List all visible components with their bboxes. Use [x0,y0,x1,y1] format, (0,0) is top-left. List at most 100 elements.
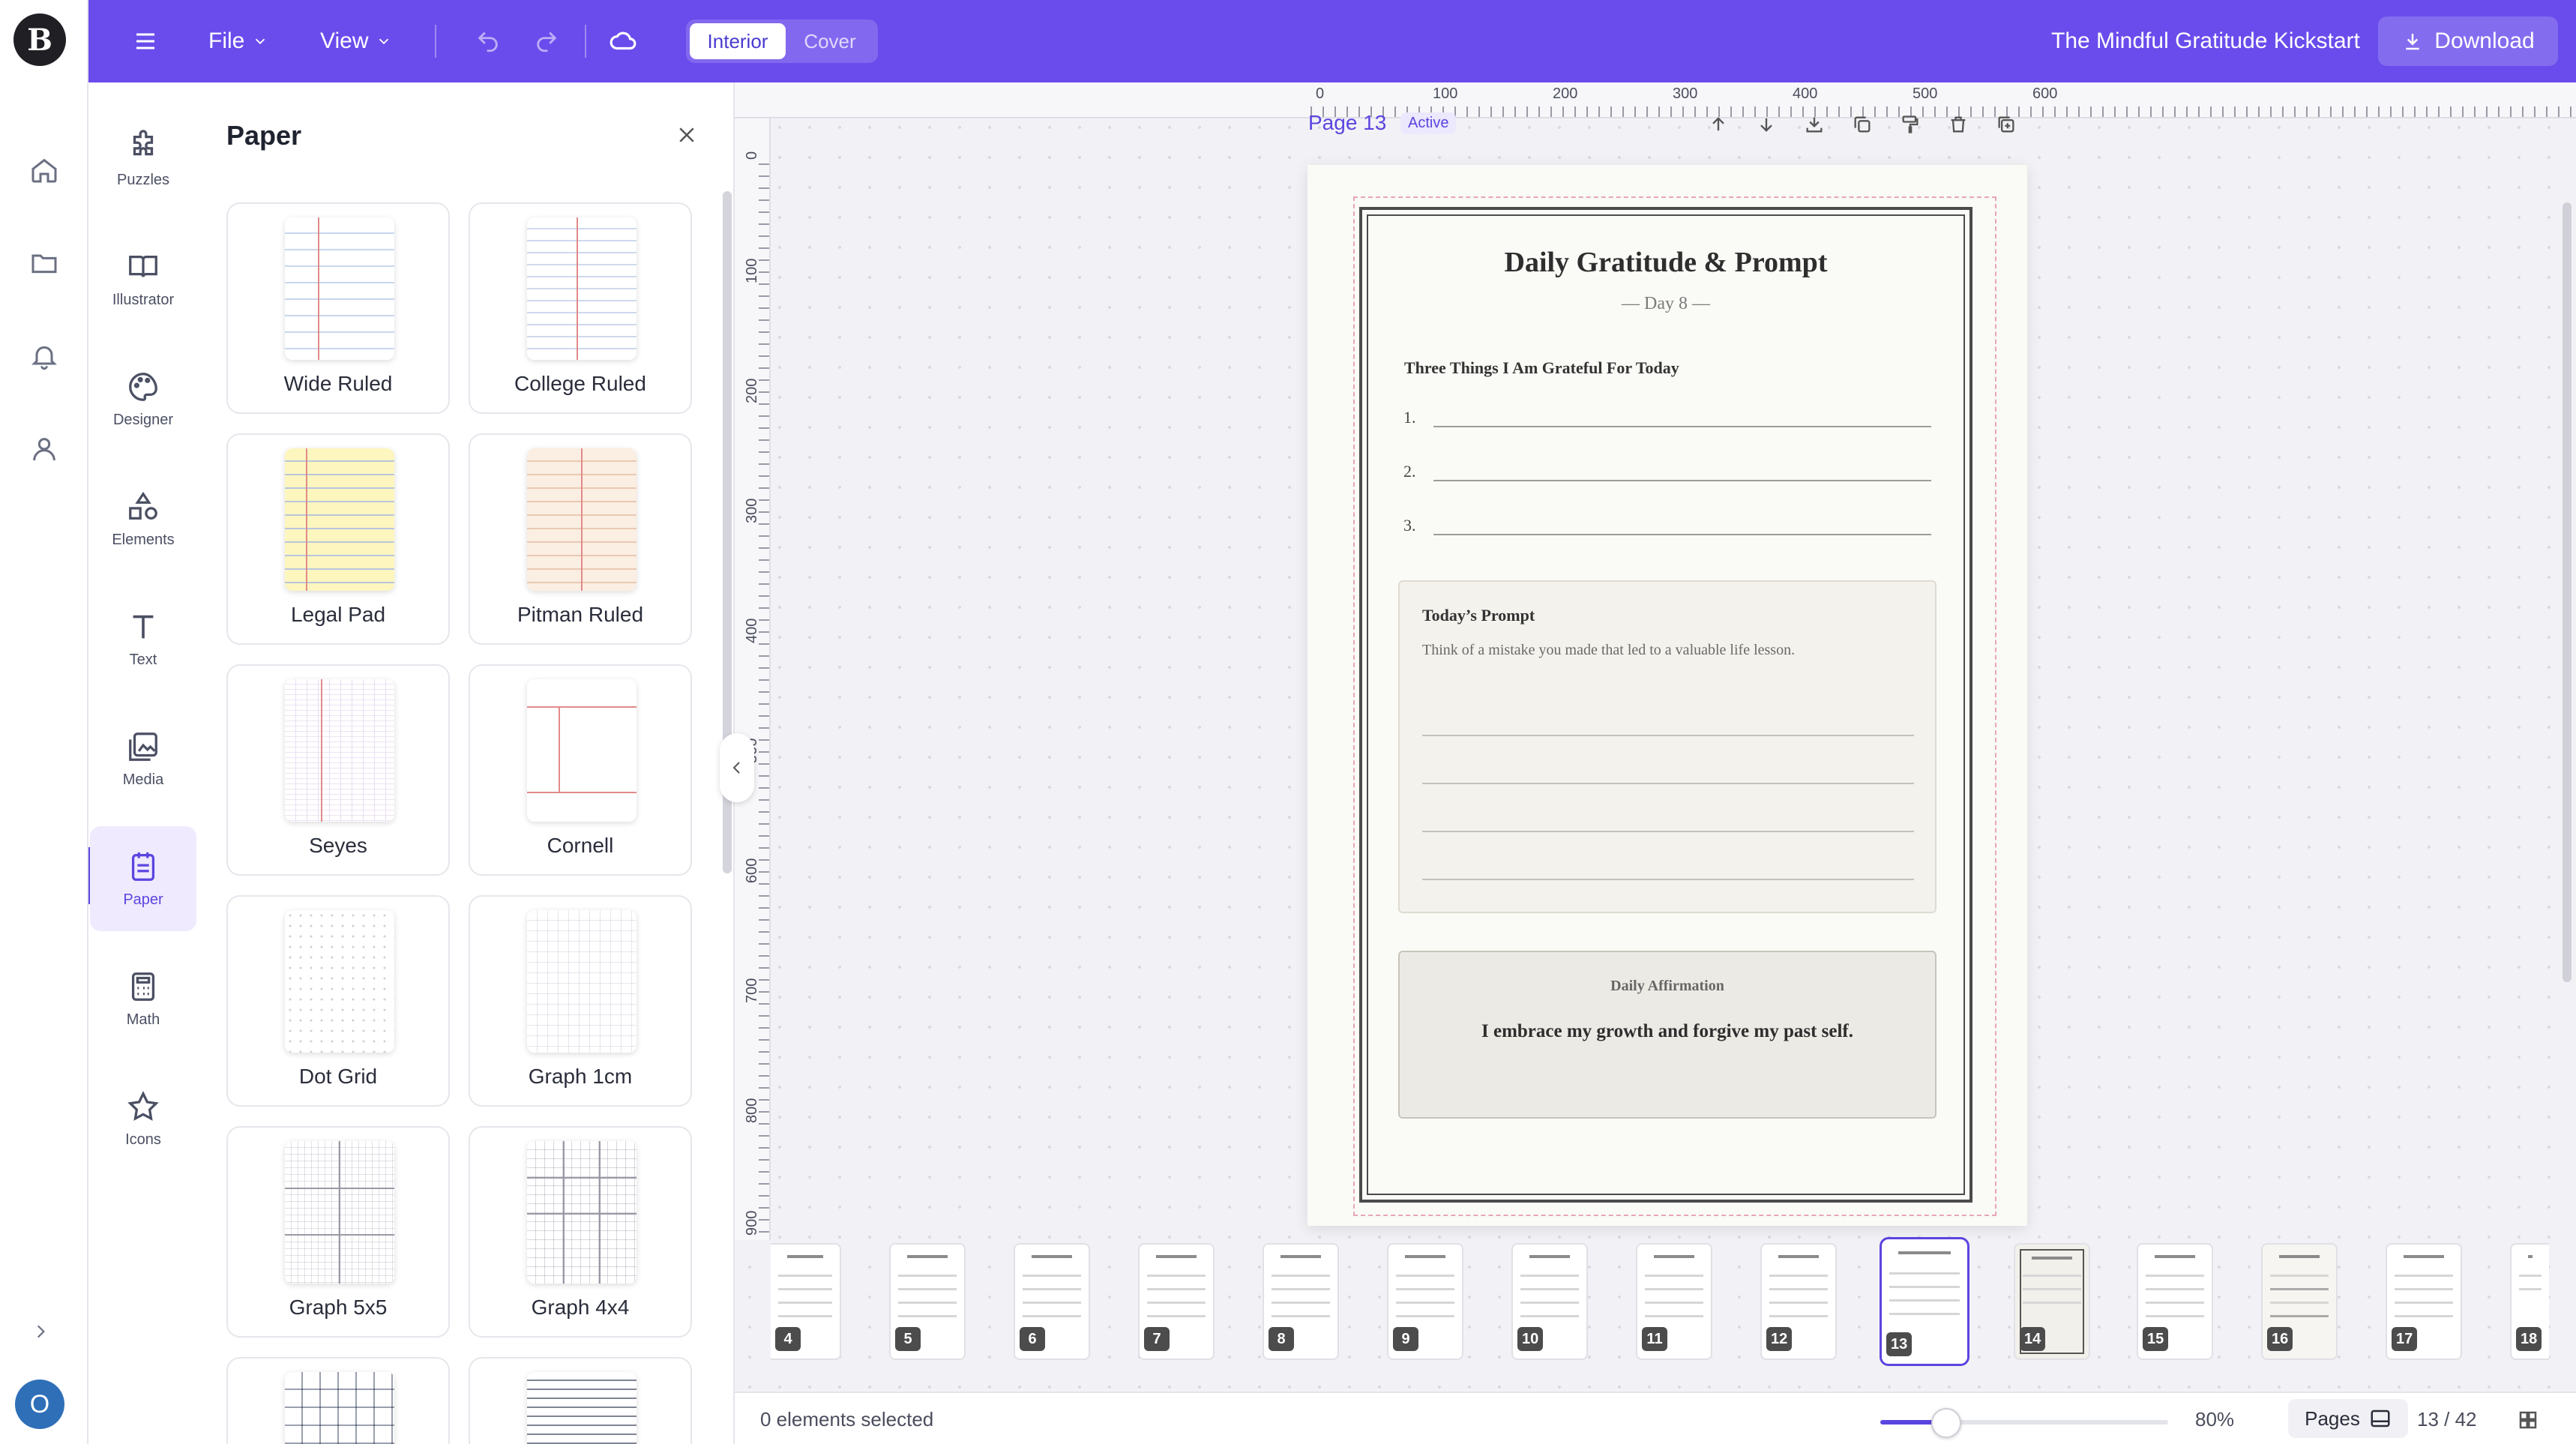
gratitude-heading[interactable]: Three Things I Am Grateful For Today [1404,358,1679,378]
paper-card-graph-4x4[interactable]: Graph 4x4 [469,1126,692,1338]
pages-toggle-button[interactable]: Pages [2288,1399,2408,1438]
page-number-badge: 9 [1393,1327,1418,1351]
paper-thumbnail [527,217,637,360]
page-thumbnail[interactable]: 18 [2510,1243,2549,1360]
paper-card-partial[interactable] [469,1357,692,1444]
page-thumbnail[interactable]: 4 [771,1243,841,1360]
page-thumbnail[interactable]: 8 [1263,1243,1339,1360]
app-nav-column [0,0,88,1444]
page-day-label[interactable]: — Day 8 — [1367,294,1965,314]
canvas-scrollbar[interactable] [2563,202,2572,982]
paper-thumbnail [527,910,637,1053]
paper-card-pitman-ruled[interactable]: Pitman Ruled [469,433,692,645]
bell-icon[interactable] [22,334,66,378]
paper-card-college-ruled[interactable]: College Ruled [469,202,692,414]
ruler-tick-label: 200 [1553,85,1578,102]
page-thumbnail[interactable]: 6 [1014,1243,1090,1360]
page-thumbnail[interactable]: 12 [1760,1243,1837,1360]
rail-label: Illustrator [112,291,175,308]
ruler-tick-label: 800 [744,1098,760,1123]
view-menu[interactable]: View [320,0,392,82]
hamburger-menu-icon[interactable] [124,0,166,82]
prompt-text: Think of a mistake you made that led to … [1422,642,1796,658]
arrow-down-icon[interactable] [1751,109,1781,139]
app-logo[interactable]: B [13,13,66,66]
rail-item-puzzles[interactable]: Puzzles [90,106,196,211]
download-page-icon[interactable] [1799,109,1829,139]
writing-line [1433,480,1931,481]
duplicate-icon[interactable] [1847,109,1877,139]
add-page-icon[interactable] [1991,109,2021,139]
toolbar-divider [585,25,586,58]
paper-card-graph-5x5[interactable]: Graph 5x5 [226,1126,450,1338]
page-thumbnail[interactable]: 5 [889,1243,966,1360]
page-thumbnail[interactable]: 14 [2014,1243,2090,1360]
page-thumbnail[interactable]: 7 [1138,1243,1215,1360]
close-icon[interactable] [672,120,702,150]
paper-card-label: Pitman Ruled [517,603,644,626]
page-thumbnail[interactable]: 15 [2137,1243,2213,1360]
paper-thumbnail [527,1372,637,1444]
trash-icon[interactable] [1943,109,1973,139]
rail-item-paper[interactable]: Paper [90,826,196,931]
ruler-tick-label: 200 [744,378,760,403]
paper-card-label: Legal Pad [290,603,386,626]
panel-bottom-icon [2371,1410,2390,1428]
page-number-badge: 13 [1886,1332,1913,1356]
rail-item-elements[interactable]: Elements [90,466,196,571]
affirmation-text: I embrace my growth and forgive my past … [1481,1021,1853,1041]
page-thumbnail-active[interactable]: 13 [1880,1237,1969,1366]
book-title: The Mindful Gratitude Kickstart [2051,28,2360,53]
paper-card-cornell[interactable]: Cornell [469,664,692,876]
paper-card-wide-ruled[interactable]: Wide Ruled [226,202,450,414]
home-icon[interactable] [22,148,66,192]
cloud-save-icon[interactable] [604,0,642,82]
rail-item-text[interactable]: Text [90,586,196,691]
arrow-up-icon[interactable] [1703,109,1733,139]
paper-thumbnail [285,448,394,591]
paint-roller-icon[interactable] [1895,109,1925,139]
undo-icon[interactable] [469,0,507,82]
page-thumbnail[interactable]: 17 [2386,1243,2462,1360]
logo-letter: B [27,22,52,58]
page-number-badge: 15 [2143,1327,2169,1351]
page-label: Page 13 [1308,111,1387,134]
user-icon[interactable] [22,427,66,471]
page-thumbnail[interactable]: 16 [2261,1243,2338,1360]
paper-card-graph-1cm[interactable]: Graph 1cm [469,895,692,1107]
paper-card-seyes[interactable]: Seyes [226,664,450,876]
page-number-badge: 7 [1144,1327,1170,1351]
rail-item-icons[interactable]: Icons [90,1066,196,1171]
writing-line [1422,831,1914,832]
avatar[interactable]: O [15,1380,64,1429]
rail-item-illustrator[interactable]: Illustrator [90,226,196,331]
shapes-icon [129,491,157,520]
rail-item-media[interactable]: Media [90,706,196,811]
page-heading[interactable]: Daily Gratitude & Prompt [1367,246,1965,279]
mode-cover-button[interactable]: Cover [786,23,874,59]
collapse-panel-button[interactable] [720,733,754,802]
mode-interior-button[interactable]: Interior [690,23,786,59]
rail-label: Paper [123,891,163,908]
paper-card-partial[interactable] [226,1357,450,1444]
star-icon [127,1090,159,1121]
page-thumbnail[interactable]: 11 [1636,1243,1712,1360]
rail-item-math[interactable]: Math [90,946,196,1051]
page-thumbnail[interactable]: 10 [1511,1243,1588,1360]
download-button[interactable]: Download [2378,16,2558,66]
chevron-right-icon[interactable] [25,1317,55,1347]
folder-icon[interactable] [22,241,66,285]
download-label: Download [2434,28,2535,53]
page-number-badge: 16 [2267,1327,2293,1351]
grid-view-icon[interactable] [2515,1407,2542,1434]
paper-card-legal-pad[interactable]: Legal Pad [226,433,450,645]
ruler-tick-label: 0 [744,151,760,160]
paper-thumbnail [285,217,394,360]
file-menu[interactable]: File [208,0,268,82]
prompt-box[interactable] [1398,580,1936,913]
panel-title: Paper [226,120,302,151]
rail-item-designer[interactable]: Designer [90,346,196,451]
redo-icon[interactable] [528,0,565,82]
page-thumbnail[interactable]: 9 [1387,1243,1463,1360]
paper-card-dot-grid[interactable]: Dot Grid [226,895,450,1107]
